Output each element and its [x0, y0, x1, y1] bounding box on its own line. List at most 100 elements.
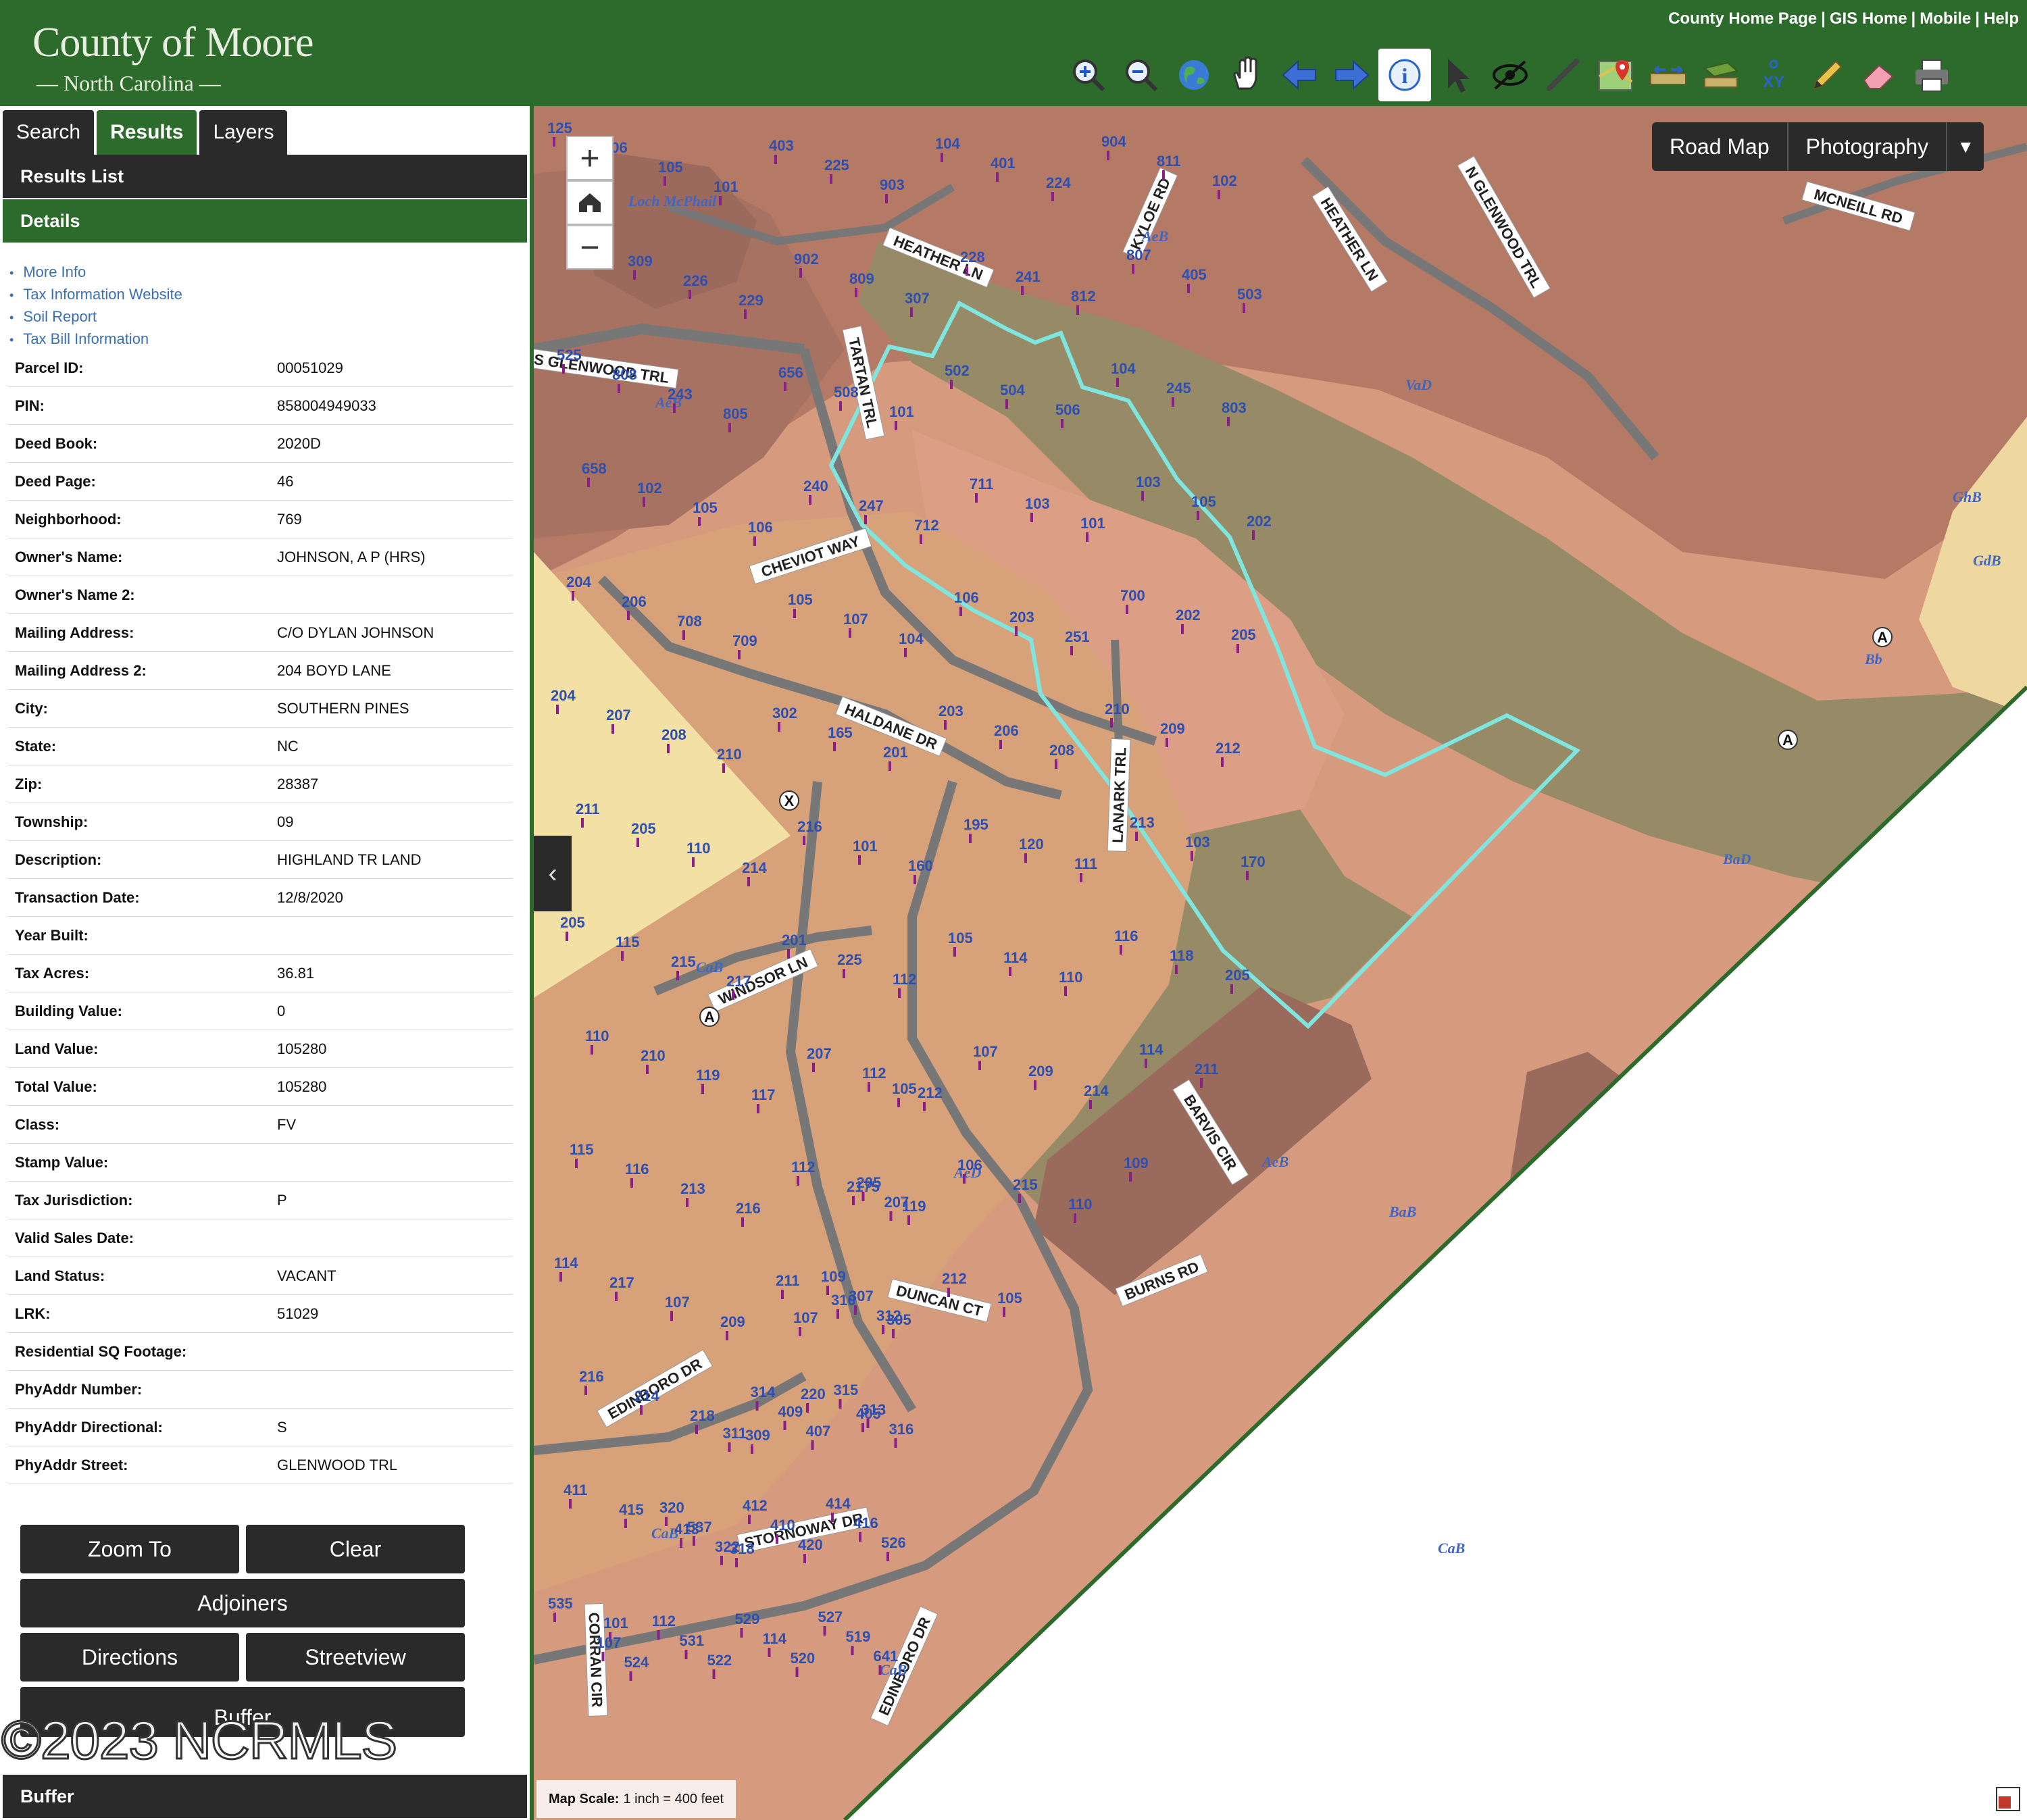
- parcel-number[interactable]: 522: [707, 1652, 732, 1679]
- parcel-number[interactable]: 519: [846, 1628, 871, 1655]
- parcel-number[interactable]: 204: [566, 574, 591, 601]
- parcel-number[interactable]: 313: [861, 1401, 886, 1428]
- parcel-number[interactable]: 106: [748, 519, 773, 546]
- parcel-number[interactable]: 209: [1160, 720, 1185, 747]
- parcel-number[interactable]: 107: [793, 1309, 818, 1336]
- parcel-number[interactable]: 508: [834, 384, 859, 411]
- overview-map-toggle[interactable]: [1996, 1787, 2020, 1811]
- parcel-number[interactable]: 160: [908, 857, 933, 884]
- zoom-out-icon[interactable]: [1115, 49, 1168, 101]
- parcel-number[interactable]: 903: [880, 176, 905, 203]
- print-icon[interactable]: [1905, 49, 1958, 101]
- hide-layer-icon[interactable]: [1484, 49, 1536, 101]
- gis-home-link[interactable]: GIS Home: [1830, 9, 1907, 28]
- parcel-number[interactable]: 103: [1136, 474, 1161, 501]
- parcel-number[interactable]: 529: [735, 1611, 760, 1638]
- parcel-number[interactable]: 110: [1068, 1196, 1093, 1223]
- parcel-number[interactable]: 229: [739, 292, 764, 319]
- parcel-number[interactable]: 502: [945, 362, 970, 389]
- identify-info-icon[interactable]: i: [1378, 49, 1431, 101]
- zoom-to-button[interactable]: Zoom To: [20, 1525, 239, 1573]
- parcel-number[interactable]: 312: [876, 1307, 901, 1334]
- measure-line-icon[interactable]: [1536, 49, 1589, 101]
- parcel-number[interactable]: 524: [624, 1654, 649, 1681]
- parcel-number[interactable]: 106: [954, 589, 979, 616]
- photography-button[interactable]: Photography: [1788, 122, 1948, 171]
- parcel-number[interactable]: 245: [1166, 380, 1191, 407]
- parcel-number[interactable]: 205: [857, 1174, 882, 1201]
- parcel-number[interactable]: 307: [905, 290, 930, 317]
- parcel-number[interactable]: 537: [687, 1519, 712, 1546]
- parcel-number[interactable]: 101: [853, 838, 878, 865]
- basemap-dropdown-icon[interactable]: ▼: [1947, 122, 1984, 171]
- parcel-number[interactable]: 114: [1003, 949, 1028, 976]
- parcel-number[interactable]: 101: [714, 178, 739, 205]
- map-marker-icon[interactable]: [1589, 49, 1642, 101]
- home-extent-button[interactable]: [566, 180, 614, 225]
- parcel-number[interactable]: 503: [1237, 286, 1262, 313]
- parcel-number[interactable]: 210: [1105, 701, 1130, 728]
- parcel-number[interactable]: 531: [680, 1632, 705, 1659]
- parcel-number[interactable]: 506: [1055, 401, 1080, 428]
- collapse-panel-button[interactable]: ‹: [534, 836, 572, 911]
- directions-button[interactable]: Directions: [20, 1633, 239, 1682]
- parcel-number[interactable]: 403: [769, 137, 794, 164]
- parcel-number[interactable]: 115: [616, 934, 640, 961]
- parcel-number[interactable]: 535: [548, 1595, 573, 1622]
- parcel-number[interactable]: 109: [1124, 1155, 1149, 1182]
- parcel-number[interactable]: 215: [671, 953, 696, 980]
- parcel-number[interactable]: 711: [970, 476, 994, 503]
- parcel-number[interactable]: 203: [939, 703, 964, 730]
- parcel-number[interactable]: 226: [683, 272, 708, 299]
- parcel-number[interactable]: 504: [1000, 382, 1025, 409]
- more-info-link[interactable]: More Info: [9, 261, 182, 284]
- parcel-number[interactable]: 215: [1013, 1176, 1038, 1203]
- parcel-number[interactable]: 405: [1182, 266, 1207, 293]
- parcel-number[interactable]: 309: [628, 253, 653, 280]
- parcel-number[interactable]: 401: [991, 155, 1016, 182]
- parcel-number[interactable]: 307: [849, 1288, 874, 1315]
- parcel-number[interactable]: 407: [806, 1423, 831, 1450]
- streetview-button[interactable]: Streetview: [246, 1633, 465, 1682]
- parcel-number[interactable]: 240: [803, 478, 828, 505]
- parcel-number[interactable]: 103: [1185, 834, 1210, 861]
- zoom-out-button[interactable]: −: [566, 225, 614, 270]
- parcel-number[interactable]: 114: [554, 1255, 578, 1282]
- parcel-number[interactable]: 205: [631, 820, 656, 847]
- parcel-number[interactable]: 112: [893, 971, 917, 998]
- parcel-number[interactable]: 416: [853, 1515, 878, 1542]
- parcel-number[interactable]: 105: [997, 1290, 1022, 1317]
- parcel-number[interactable]: 241: [1016, 268, 1041, 295]
- soil-report-link[interactable]: Soil Report: [9, 306, 182, 328]
- parcel-number[interactable]: 104: [935, 135, 960, 162]
- parcel-number[interactable]: 206: [994, 722, 1019, 749]
- xy-coordinate-icon[interactable]: XY: [1747, 49, 1800, 101]
- parcel-number[interactable]: 105: [693, 499, 718, 526]
- road-map-button[interactable]: Road Map: [1652, 122, 1788, 171]
- parcel-number[interactable]: 207: [807, 1045, 832, 1072]
- parcel-number[interactable]: 170: [1241, 853, 1266, 880]
- parcel-number[interactable]: 105: [1191, 493, 1216, 520]
- parcel-number[interactable]: 808: [612, 366, 637, 393]
- parcel-number[interactable]: 119: [696, 1067, 720, 1094]
- parcel-number[interactable]: 805: [723, 405, 748, 432]
- parcel-number[interactable]: 102: [637, 480, 662, 507]
- parcel-number[interactable]: 205: [1225, 967, 1250, 994]
- parcel-number[interactable]: 216: [736, 1200, 761, 1227]
- parcel-number[interactable]: 115: [570, 1141, 594, 1168]
- parcel-number[interactable]: 316: [889, 1421, 914, 1448]
- parcel-number[interactable]: 214: [742, 859, 767, 886]
- county-logo[interactable]: County of Moore — North Carolina —: [32, 19, 314, 96]
- parcel-number[interactable]: 708: [677, 613, 702, 640]
- parcel-number[interactable]: 411: [564, 1482, 588, 1509]
- parcel-number[interactable]: 809: [849, 270, 874, 297]
- tab-layers[interactable]: Layers: [199, 110, 288, 155]
- parcel-number[interactable]: 315: [834, 1382, 859, 1409]
- parcel-number[interactable]: 114: [763, 1630, 787, 1657]
- parcel-number[interactable]: 224: [1046, 174, 1071, 201]
- results-list-header[interactable]: Results List: [3, 155, 527, 198]
- parcel-number[interactable]: 203: [1009, 609, 1034, 636]
- parcel-number[interactable]: 803: [1222, 399, 1247, 426]
- parcel-number[interactable]: 902: [794, 251, 819, 278]
- map-canvas[interactable]: Loch McPhail S GLENWOOD TRL TARTAN TRL HEA…: [534, 106, 2027, 1820]
